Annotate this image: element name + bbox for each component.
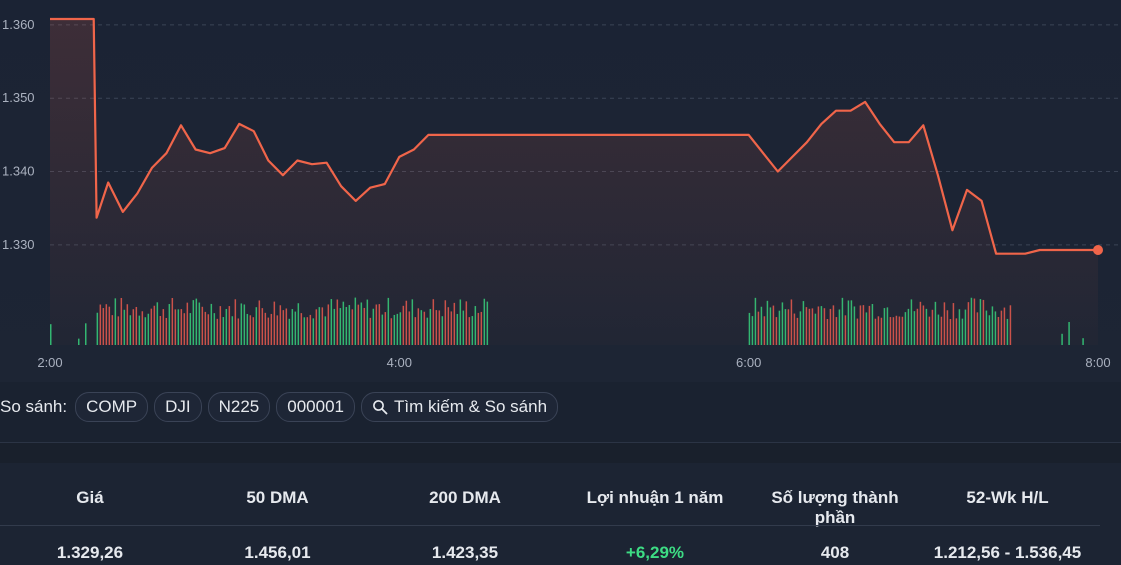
stats-value-50dma: 1.456,01	[244, 543, 311, 562]
price-chart[interactable]: 1.330 1.340 1.350 1.360 2:00 4:00 6:00 8:00	[0, 0, 1121, 382]
x-tick-label: 2:00	[37, 355, 62, 370]
compare-chip-dji[interactable]: DJI	[154, 392, 202, 422]
stats-header-52wk: 52-Wk H/L	[966, 488, 1049, 507]
compare-chip-n225[interactable]: N225	[207, 392, 271, 422]
y-tick-label: 1.360	[2, 17, 35, 32]
stats-header-row: Giá 50 DMA 200 DMA Lợi nhuận 1 năm Số lư…	[0, 488, 1100, 527]
stats-value-52wk: 1.212,56 - 1.536,45	[933, 543, 1082, 562]
stats-value-200dma: 1.423,35	[431, 543, 499, 562]
compare-chip-000001[interactable]: 000001	[276, 392, 355, 422]
stats-value-price: 1.329,26	[56, 543, 124, 562]
compare-label: So sánh:	[0, 397, 68, 416]
x-tick-label: 4:00	[387, 355, 412, 370]
stats-table: Giá 50 DMA 200 DMA Lợi nhuận 1 năm Số lư…	[0, 463, 1121, 565]
x-tick-label: 6:00	[736, 355, 761, 370]
last-price-dot	[1093, 245, 1103, 255]
compare-chip-comp[interactable]: COMP	[75, 392, 149, 422]
stats-header-1y-return: Lợi nhuận 1 năm	[586, 488, 724, 507]
search-icon	[373, 400, 388, 415]
stats-separator	[0, 525, 1100, 526]
search-compare-label: Tìm kiếm & So sánh	[393, 397, 548, 416]
y-tick-label: 1.330	[2, 237, 35, 252]
stats-value-components: 408	[820, 543, 850, 562]
search-compare-button[interactable]: Tìm kiếm & So sánh	[360, 392, 559, 422]
stats-band	[0, 443, 1121, 463]
x-tick-label: 8:00	[1085, 355, 1110, 370]
stats-value-row: 1.329,26 1.456,01 1.423,35 +6,29% 408 1.…	[0, 543, 1100, 565]
stats-header-200dma: 200 DMA	[429, 488, 501, 507]
y-tick-label: 1.340	[2, 164, 35, 179]
stats-header-components: Số lượng thành phần	[771, 488, 899, 527]
stats-header-price: Giá	[76, 488, 104, 507]
stats-header-50dma: 50 DMA	[246, 488, 309, 507]
stats-value-1y-return: +6,29%	[625, 543, 685, 562]
price-chart-svg: 1.330 1.340 1.350 1.360 2:00 4:00 6:00 8:00	[2, 17, 1121, 370]
compare-bar: So sánh: COMP DJI N225 000001 Tìm kiếm &…	[0, 392, 559, 422]
y-tick-label: 1.350	[2, 90, 35, 105]
